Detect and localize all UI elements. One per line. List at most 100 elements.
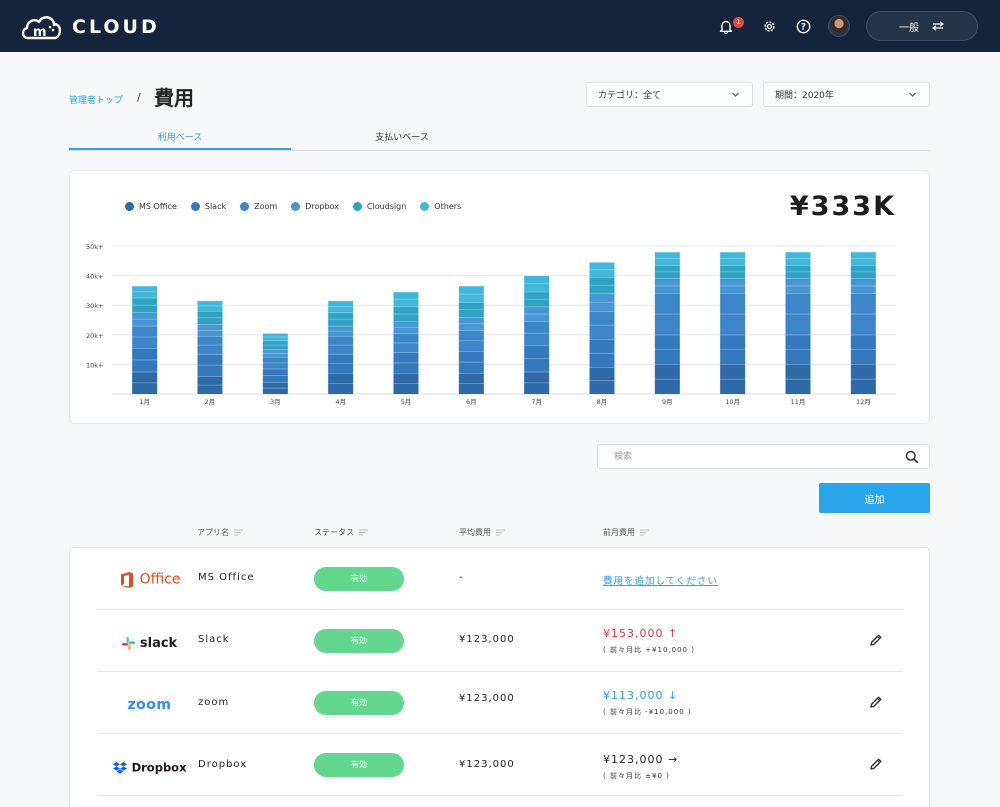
column-header-average-cost[interactable]: 平均費用	[459, 527, 505, 538]
sort-icon[interactable]	[234, 529, 243, 536]
previous-month-cost: ¥113,000 ↓ ( 前々月比 -¥10,000 )	[603, 689, 692, 717]
previous-month-cost: ¥123,000 → ( 前々月比 ±¥0 )	[603, 753, 678, 781]
active-tab-indicator	[69, 148, 291, 150]
column-header-label: ステータス	[314, 528, 354, 537]
previous-month-cost: ¥153,000 ↑ ( 前々月比 +¥10,000 )	[603, 627, 695, 655]
tab-payment-base[interactable]: 支払いベース	[291, 130, 513, 143]
add-button[interactable]: 追加	[819, 483, 930, 513]
y-tick-label: 20k+	[86, 332, 103, 340]
y-tick-label: 10k+	[86, 361, 103, 369]
status-badge: 有効	[314, 629, 404, 653]
slack-logo: slack	[107, 633, 192, 652]
dropbox-logo-text: Dropbox	[131, 760, 187, 775]
y-tick-label: 50k+	[86, 243, 103, 251]
swap-arrows-icon	[931, 21, 945, 31]
dropbox-logo-icon	[112, 761, 127, 774]
chevron-down-icon	[732, 92, 739, 97]
average-cost: ¥123,000	[459, 693, 515, 704]
chevron-down-icon	[909, 92, 916, 97]
status-badge: 有効	[314, 753, 404, 777]
column-header-app-name[interactable]: アプリ名	[197, 527, 243, 538]
stacked-bar-chart: 10k+ 20k+ 30k+ 40k+ 50k+ 1月 2月 3月 4月 5月 6月 7月 8月 9月 10…	[86, 243, 896, 406]
x-tick-label: 11月	[791, 398, 806, 406]
slack-logo-icon	[121, 637, 135, 650]
month-over-month-diff: ( 前々月比 ±¥0 )	[603, 772, 670, 780]
table-row[interactable]: Office MS Office 有効 - 費用を追加してください	[97, 548, 903, 610]
page-title: 費用	[154, 86, 194, 110]
column-header-label: 前月費用	[603, 528, 635, 537]
office-logo-text: Office	[139, 571, 181, 588]
search-input[interactable]	[614, 445, 884, 468]
y-tick-label: 40k+	[86, 273, 103, 281]
column-header-label: アプリ名	[197, 528, 229, 537]
office-logo: Office	[107, 569, 192, 589]
settings-gear-icon[interactable]	[759, 16, 779, 36]
search-box	[597, 444, 930, 469]
category-select[interactable]: カテゴリ：全て	[586, 82, 753, 107]
x-tick-label: 4月	[335, 398, 346, 406]
x-tick-label: 10月	[725, 398, 740, 406]
x-tick-label: 8月	[597, 398, 608, 406]
month-over-month-diff: ( 前々月比 +¥10,000 )	[603, 646, 695, 654]
zoom-logo-text: zoom	[127, 697, 172, 713]
app-name: zoom	[198, 697, 230, 708]
breadcrumb-separator: /	[137, 91, 141, 104]
breadcrumb-link[interactable]: 管理者トップ	[69, 93, 123, 106]
table-row[interactable]: zoom zoom 有効 ¥123,000 ¥113,000 ↓ ( 前々月比 …	[97, 672, 903, 734]
notification-badge: 1	[733, 17, 744, 28]
month-over-month-diff: ( 前々月比 -¥10,000 )	[603, 708, 692, 716]
sort-icon[interactable]	[359, 529, 368, 536]
average-cost: -	[459, 572, 464, 583]
slack-logo-text: slack	[139, 636, 178, 651]
category-select-value: カテゴリ：全て	[598, 91, 662, 101]
app-name: Slack	[198, 634, 230, 645]
table-row[interactable]: Dropbox Dropbox 有効 ¥123,000 ¥123,000 → (…	[97, 734, 903, 796]
office-logo-icon	[120, 571, 133, 588]
app-logo[interactable]: m CLOUD	[20, 12, 160, 42]
average-cost: ¥123,000	[459, 759, 515, 770]
x-tick-label: 6月	[466, 398, 477, 406]
svg-text:?: ?	[800, 22, 805, 32]
help-question-icon[interactable]: ?	[793, 16, 813, 36]
status-badge: 有効	[314, 691, 404, 715]
edit-pencil-icon[interactable]	[869, 757, 883, 771]
x-tick-label: 2月	[205, 398, 216, 406]
x-tick-label: 3月	[270, 398, 281, 406]
x-tick-label: 7月	[531, 398, 542, 406]
cost-chart-card: MS Office Slack Zoom Dropbox Cloudsign Others…	[69, 170, 930, 424]
cloud-logo-icon: m	[21, 16, 62, 40]
app-name: MS Office	[198, 572, 255, 583]
x-tick-label: 12月	[856, 398, 871, 406]
edit-pencil-icon[interactable]	[869, 633, 883, 647]
average-cost: ¥123,000	[459, 634, 515, 645]
user-avatar[interactable]	[828, 15, 850, 37]
x-tick-label: 5月	[401, 398, 412, 406]
dropbox-logo: Dropbox	[107, 757, 192, 776]
sort-icon[interactable]	[496, 529, 505, 536]
top-navigation-bar: m CLOUD 1 ? 一般	[0, 0, 1000, 52]
edit-pencil-icon[interactable]	[869, 695, 883, 709]
role-switch-button[interactable]: 一般	[866, 11, 978, 41]
column-header-previous-month-cost[interactable]: 前月費用	[603, 527, 649, 538]
y-tick-label: 30k+	[86, 302, 103, 310]
sort-icon[interactable]	[640, 529, 649, 536]
tab-bar: 利用ベース 支払いベース	[69, 126, 930, 151]
previous-month-value: ¥123,000 →	[603, 753, 679, 766]
x-tick-label: 1月	[139, 398, 150, 406]
previous-month-value: ¥153,000 ↑	[603, 627, 679, 640]
role-label: 一般	[899, 22, 919, 34]
status-badge: 有効	[314, 567, 404, 591]
x-tick-label: 9月	[662, 398, 673, 406]
period-select-value: 期間：2020年	[775, 91, 834, 101]
column-header-status[interactable]: ステータス	[314, 527, 368, 538]
svg-text:m: m	[33, 25, 47, 40]
app-name: Dropbox	[198, 759, 248, 770]
tab-usage-base[interactable]: 利用ベース	[69, 130, 291, 143]
table-row[interactable]: slack Slack 有効 ¥123,000 ¥153,000 ↑ ( 前々月…	[97, 610, 903, 672]
zoom-logo: zoom	[107, 694, 192, 713]
period-select[interactable]: 期間：2020年	[763, 82, 930, 107]
previous-month-value: ¥113,000 ↓	[603, 689, 679, 702]
column-header-label: 平均費用	[459, 528, 491, 537]
add-cost-link[interactable]: 費用を追加してください	[603, 573, 718, 587]
search-icon[interactable]	[905, 450, 919, 464]
